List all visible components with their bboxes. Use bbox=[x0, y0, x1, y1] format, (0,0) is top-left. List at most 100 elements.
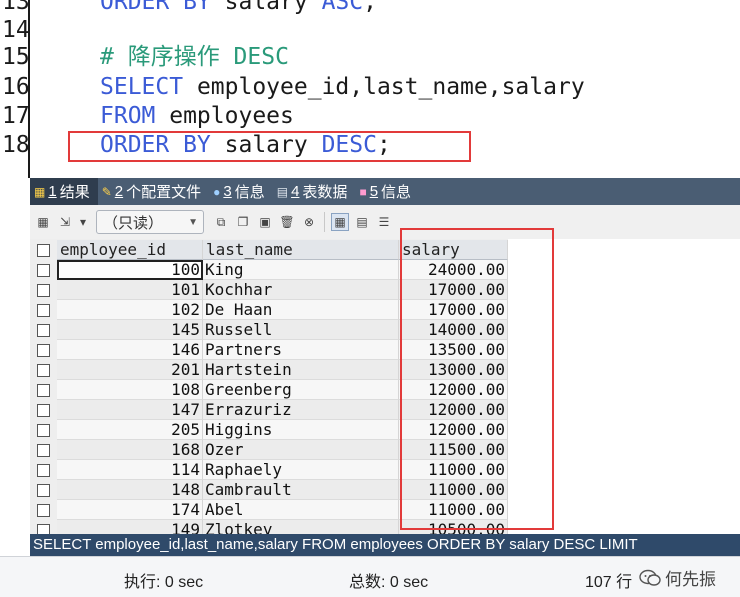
employee-id-cell[interactable]: 101 bbox=[57, 280, 203, 300]
cancel-icon[interactable]: ⊗ bbox=[300, 213, 318, 231]
sql-comment: # 降序操作 DESC bbox=[100, 44, 289, 70]
sql-keyword: FROM bbox=[100, 103, 156, 129]
tab-results-number: 1 bbox=[48, 183, 57, 200]
last-name-cell[interactable]: Zlotkey bbox=[203, 520, 399, 534]
grid-view-icon[interactable]: ▦ bbox=[331, 213, 349, 231]
last-name-cell[interactable]: Errazuriz bbox=[203, 400, 399, 420]
export-grid-icon[interactable]: ▦ bbox=[34, 213, 52, 231]
tab-profile-number: 2 bbox=[114, 183, 124, 200]
employee-id-cell[interactable]: 146 bbox=[57, 340, 203, 360]
sql-keyword: ORDER BY bbox=[100, 0, 211, 15]
result-tabs: ▦ 1 结果 ✎ 2 个配置文件 ● 3 信息 ▤ 4 表数据 ■ 5 信息 bbox=[30, 178, 740, 205]
read-only-mode-value: （只读） bbox=[103, 214, 164, 232]
employee-id-cell[interactable]: 205 bbox=[57, 420, 203, 440]
last-name-cell[interactable]: Higgins bbox=[203, 420, 399, 440]
import-icon[interactable]: ⇲ bbox=[56, 213, 74, 231]
row-checkbox[interactable] bbox=[37, 484, 50, 497]
last-name-cell[interactable]: Partners bbox=[203, 340, 399, 360]
last-name-cell[interactable]: Cambrault bbox=[203, 480, 399, 500]
employee-id-cell[interactable]: 201 bbox=[57, 360, 203, 380]
order-by-desc-highlight bbox=[68, 131, 471, 162]
copy-row-icon[interactable]: ⧉ bbox=[212, 213, 230, 231]
last-name-cell[interactable]: Raphaely bbox=[203, 460, 399, 480]
total-time-label: 总数: bbox=[349, 574, 386, 591]
employee-id-cell[interactable]: 145 bbox=[57, 320, 203, 340]
row-checkbox[interactable] bbox=[37, 524, 50, 534]
employee-id-cell[interactable]: 100 bbox=[57, 260, 203, 280]
code-line: 14 bbox=[0, 15, 740, 45]
tab-info-history-number: 5 bbox=[369, 183, 379, 200]
row-checkbox[interactable] bbox=[37, 264, 50, 277]
form-view-icon[interactable]: ▤ bbox=[353, 213, 371, 231]
info-icon: ● bbox=[213, 184, 221, 199]
row-checkbox[interactable] bbox=[37, 324, 50, 337]
employee-id-cell[interactable]: 108 bbox=[57, 380, 203, 400]
info-history-icon: ■ bbox=[359, 184, 367, 199]
employee-id-cell[interactable]: 149 bbox=[57, 520, 203, 534]
row-checkbox[interactable] bbox=[37, 384, 50, 397]
tab-info-history[interactable]: ■ 5 信息 bbox=[355, 178, 419, 205]
read-only-mode-select[interactable]: （只读） ▼ bbox=[96, 210, 204, 234]
tab-results-label: 结果 bbox=[59, 184, 90, 201]
row-checkbox[interactable] bbox=[37, 424, 50, 437]
row-checkbox[interactable] bbox=[37, 444, 50, 457]
sql-editor[interactable]: 13 ORDER BY salary ASC; 14 15 # 降序操作 DESC 16 S… bbox=[0, 0, 740, 178]
salary-column-highlight bbox=[400, 228, 554, 530]
row-checkbox[interactable] bbox=[37, 364, 50, 377]
employee-id-cell[interactable]: 114 bbox=[57, 460, 203, 480]
chevron-down-icon: ▼ bbox=[188, 216, 198, 228]
row-checkbox[interactable] bbox=[37, 284, 50, 297]
tab-table-data[interactable]: ▤ 4 表数据 bbox=[273, 178, 356, 205]
employee-id-cell[interactable]: 168 bbox=[57, 440, 203, 460]
row-checkbox[interactable] bbox=[37, 504, 50, 517]
wechat-icon bbox=[639, 569, 661, 586]
tab-profile[interactable]: ✎ 2 个配置文件 bbox=[98, 178, 209, 205]
duplicate-icon[interactable]: ❐ bbox=[234, 213, 252, 231]
line-number: 16 bbox=[2, 74, 30, 100]
employee-id-cell[interactable]: 148 bbox=[57, 480, 203, 500]
employee-id-cell[interactable]: 174 bbox=[57, 500, 203, 520]
delete-icon[interactable]: 🗑 bbox=[278, 213, 296, 231]
row-checkbox[interactable] bbox=[37, 344, 50, 357]
column-header-employee-id[interactable]: employee_id bbox=[57, 240, 203, 260]
tab-info-number: 3 bbox=[223, 183, 232, 200]
code-text: FROM employees bbox=[100, 101, 294, 131]
last-name-cell[interactable]: Kochhar bbox=[203, 280, 399, 300]
line-number: 18 bbox=[2, 132, 30, 158]
code-line: 17 FROM employees bbox=[0, 101, 740, 131]
last-name-cell[interactable]: De Haan bbox=[203, 300, 399, 320]
row-checkbox[interactable] bbox=[37, 404, 50, 417]
tab-info[interactable]: ● 3 信息 bbox=[209, 178, 273, 205]
watermark-text: 何先振 bbox=[665, 570, 716, 589]
toolbar-divider bbox=[324, 212, 325, 232]
employee-id-cell[interactable]: 147 bbox=[57, 400, 203, 420]
tab-results[interactable]: ▦ 1 结果 bbox=[30, 178, 98, 205]
line-number: 17 bbox=[2, 103, 30, 129]
exec-time: 执行: 0 sec bbox=[124, 568, 203, 592]
last-name-cell[interactable]: Abel bbox=[203, 500, 399, 520]
row-checkbox[interactable] bbox=[37, 464, 50, 477]
row-checkbox[interactable] bbox=[37, 304, 50, 317]
line-number: 14 bbox=[2, 17, 30, 43]
tab-table-data-number: 4 bbox=[291, 183, 300, 200]
sql-token: ; bbox=[363, 0, 377, 15]
column-header-last-name[interactable]: last_name bbox=[203, 240, 399, 260]
last-name-cell[interactable]: Ozer bbox=[203, 440, 399, 460]
left-margin bbox=[0, 178, 30, 556]
employee-id-cell[interactable]: 102 bbox=[57, 300, 203, 320]
last-name-cell[interactable]: Greenberg bbox=[203, 380, 399, 400]
code-text: # 降序操作 DESC bbox=[100, 42, 289, 72]
results-toolbar: ▦ ⇲ ▾ （只读） ▼ ⧉ ❐ ▣ 🗑 ⊗ ▦ ▤ ☰ bbox=[30, 205, 740, 239]
sql-token: employees bbox=[155, 103, 294, 129]
results-grid-icon: ▦ bbox=[34, 184, 46, 199]
line-number: 15 bbox=[2, 44, 30, 70]
results-grid[interactable]: employee_id last_name salary 100 King 2400… bbox=[30, 239, 740, 534]
last-name-cell[interactable]: King bbox=[203, 260, 399, 280]
dropdown-arrow-icon[interactable]: ▾ bbox=[78, 213, 88, 231]
text-view-icon[interactable]: ☰ bbox=[375, 213, 393, 231]
tab-table-data-label: 表数据 bbox=[302, 184, 348, 201]
save-icon[interactable]: ▣ bbox=[256, 213, 274, 231]
last-name-cell[interactable]: Russell bbox=[203, 320, 399, 340]
last-name-cell[interactable]: Hartstein bbox=[203, 360, 399, 380]
select-all-checkbox[interactable] bbox=[37, 244, 50, 257]
